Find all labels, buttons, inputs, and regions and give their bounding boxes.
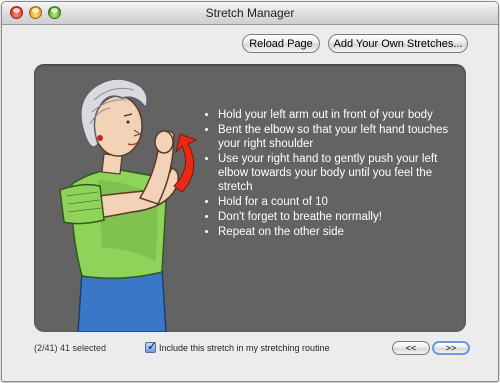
next-stretch-button[interactable]: >>	[432, 341, 470, 355]
app-window: Stretch Manager Reload Page Add Your Own…	[1, 1, 499, 382]
stretch-panel: Hold your left arm out in front of your …	[34, 64, 466, 332]
window-title: Stretch Manager	[205, 6, 295, 20]
instruction-item: Don't forget to breathe normally!	[218, 210, 458, 224]
instruction-item: Use your right hand to gently push your …	[218, 152, 458, 194]
include-stretch-label[interactable]: Include this stretch in my stretching ro…	[159, 343, 330, 353]
include-stretch-checkbox[interactable]: ✓	[145, 339, 158, 353]
sleeve	[59, 183, 105, 225]
stretch-illustration	[59, 78, 198, 332]
add-own-stretches-button[interactable]: Add Your Own Stretches...	[328, 34, 468, 53]
title-bar: Stretch Manager	[2, 2, 498, 25]
stretch-instructions: Hold your left arm out in front of your …	[204, 108, 458, 240]
selection-status: (2/41) 41 selected	[34, 343, 107, 353]
checkmark-icon: ✓	[147, 339, 158, 353]
instruction-item: Hold for a count of 10	[218, 195, 458, 209]
reload-page-button[interactable]: Reload Page	[242, 34, 320, 53]
instruction-item: Repeat on the other side	[218, 225, 458, 239]
previous-stretch-button[interactable]: <<	[392, 341, 430, 355]
stretch-direction-arrow	[173, 133, 198, 193]
instruction-item: Bent the elbow so that your left hand to…	[218, 123, 458, 151]
instruction-item: Hold your left arm out in front of your …	[218, 108, 458, 122]
